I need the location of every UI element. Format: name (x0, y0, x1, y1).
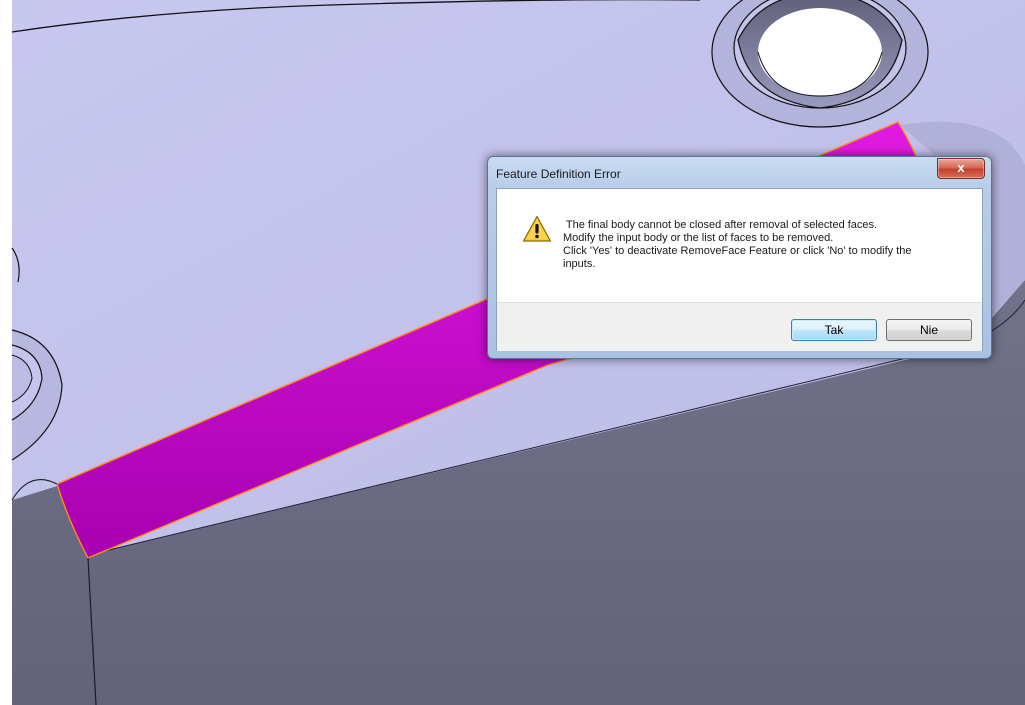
dialog-titlebar[interactable]: Feature Definition Error x (488, 157, 991, 189)
feature-definition-error-dialog: Feature Definition Error x The final bod… (487, 156, 992, 359)
message-line: inputs. (563, 258, 596, 270)
no-button[interactable]: Nie (886, 319, 972, 341)
warning-icon (522, 215, 552, 242)
dialog-client-area: The final body cannot be closed after re… (496, 188, 983, 351)
dialog-title: Feature Definition Error (496, 167, 621, 181)
close-icon: x (957, 160, 965, 175)
yes-button[interactable]: Tak (791, 319, 877, 341)
message-line: Modify the input body or the list of fac… (563, 232, 834, 244)
close-button[interactable]: x (937, 158, 985, 179)
button-area: Tak Nie (497, 302, 982, 351)
message-line: Click 'Yes' to deactivate RemoveFace Fea… (563, 245, 912, 257)
message-text: The final body cannot be closed after re… (563, 219, 968, 271)
message-area: The final body cannot be closed after re… (497, 189, 982, 302)
message-line: The final body cannot be closed after re… (563, 219, 878, 231)
